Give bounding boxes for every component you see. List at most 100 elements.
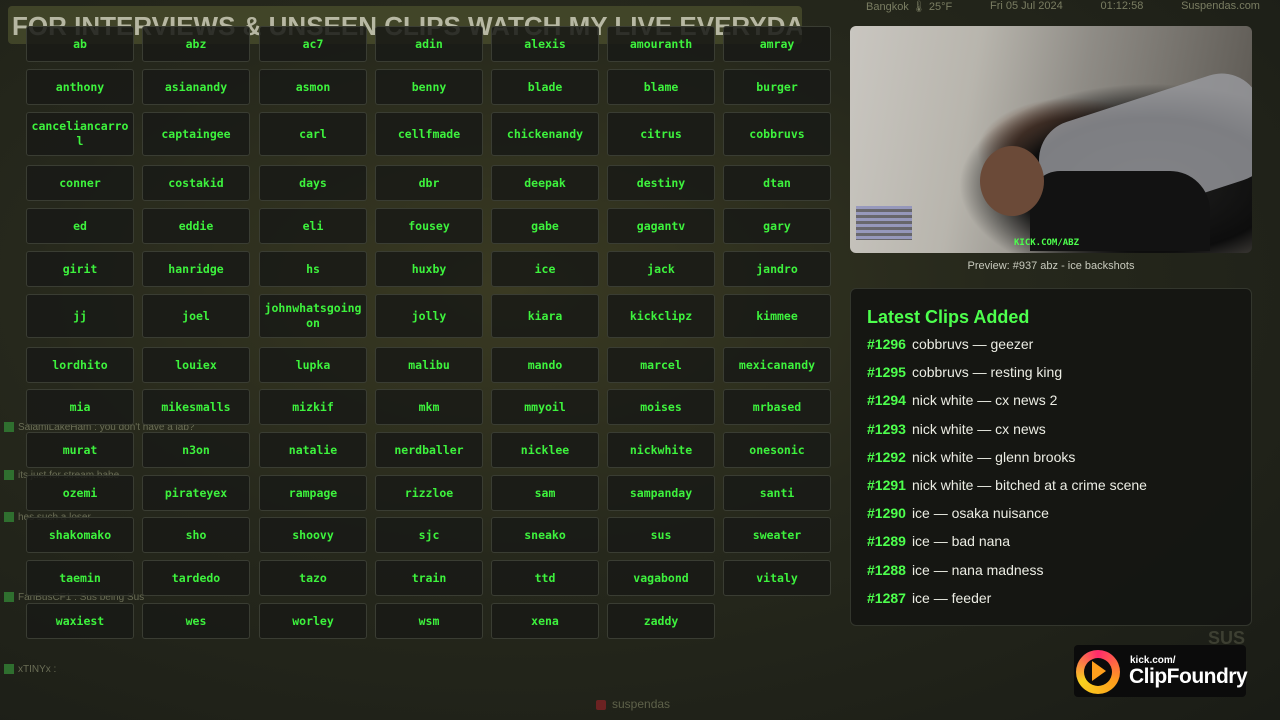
streamer-button-vagabond[interactable]: vagabond	[607, 560, 715, 596]
latest-clip-item[interactable]: #1294 nick white — cx news 2	[867, 392, 1235, 420]
streamer-button-train[interactable]: train	[375, 560, 483, 596]
streamer-button-ice[interactable]: ice	[491, 251, 599, 287]
streamer-button-rampage[interactable]: rampage	[259, 475, 367, 511]
streamer-button-carl[interactable]: carl	[259, 112, 367, 156]
streamer-button-cobbruvs[interactable]: cobbruvs	[723, 112, 831, 156]
streamer-button-blade[interactable]: blade	[491, 69, 599, 105]
streamer-button-nicklee[interactable]: nicklee	[491, 432, 599, 468]
streamer-button-huxby[interactable]: huxby	[375, 251, 483, 287]
streamer-button-wes[interactable]: wes	[142, 603, 250, 639]
streamer-button-taemin[interactable]: taemin	[26, 560, 134, 596]
streamer-button-mrbased[interactable]: mrbased	[723, 389, 831, 425]
streamer-button-johnwhatsgoingon[interactable]: johnwhatsgoingon	[259, 294, 367, 338]
streamer-button-ttd[interactable]: ttd	[491, 560, 599, 596]
latest-clip-item[interactable]: #1293 nick white — cx news	[867, 421, 1235, 449]
latest-clip-item[interactable]: #1296 cobbruvs — geezer	[867, 336, 1235, 364]
streamer-button-louiex[interactable]: louiex	[142, 347, 250, 383]
streamer-button-shoovy[interactable]: shoovy	[259, 517, 367, 553]
streamer-button-mizkif[interactable]: mizkif	[259, 389, 367, 425]
streamer-button-mmyoil[interactable]: mmyoil	[491, 389, 599, 425]
streamer-button-nerdballer[interactable]: nerdballer	[375, 432, 483, 468]
streamer-button-citrus[interactable]: citrus	[607, 112, 715, 156]
streamer-button-eddie[interactable]: eddie	[142, 208, 250, 244]
clip-preview-video[interactable]: KICK.COM/ABZ	[850, 26, 1252, 253]
latest-clip-item[interactable]: #1291 nick white — bitched at a crime sce…	[867, 477, 1235, 505]
streamer-button-tardedo[interactable]: tardedo	[142, 560, 250, 596]
streamer-button-ab[interactable]: ab	[26, 26, 134, 62]
streamer-button-ac7[interactable]: ac7	[259, 26, 367, 62]
streamer-button-onesonic[interactable]: onesonic	[723, 432, 831, 468]
streamer-button-ozemi[interactable]: ozemi	[26, 475, 134, 511]
streamer-button-santi[interactable]: santi	[723, 475, 831, 511]
streamer-button-lordhito[interactable]: lordhito	[26, 347, 134, 383]
streamer-button-chickenandy[interactable]: chickenandy	[491, 112, 599, 156]
streamer-button-asmon[interactable]: asmon	[259, 69, 367, 105]
streamer-button-xena[interactable]: xena	[491, 603, 599, 639]
streamer-button-jandro[interactable]: jandro	[723, 251, 831, 287]
streamer-button-cellfmade[interactable]: cellfmade	[375, 112, 483, 156]
latest-clip-item[interactable]: #1287 ice — feeder	[867, 590, 1235, 618]
streamer-button-girit[interactable]: girit	[26, 251, 134, 287]
streamer-button-sweater[interactable]: sweater	[723, 517, 831, 553]
latest-clip-item[interactable]: #1290 ice — osaka nuisance	[867, 505, 1235, 533]
streamer-button-kickclipz[interactable]: kickclipz	[607, 294, 715, 338]
streamer-button-days[interactable]: days	[259, 165, 367, 201]
streamer-button-sneako[interactable]: sneako	[491, 517, 599, 553]
streamer-button-canceliancarrol[interactable]: canceliancarrol	[26, 112, 134, 156]
streamer-button-abz[interactable]: abz	[142, 26, 250, 62]
streamer-button-mia[interactable]: mia	[26, 389, 134, 425]
streamer-button-rizzloe[interactable]: rizzloe	[375, 475, 483, 511]
streamer-button-dtan[interactable]: dtan	[723, 165, 831, 201]
streamer-button-ed[interactable]: ed	[26, 208, 134, 244]
streamer-button-mkm[interactable]: mkm	[375, 389, 483, 425]
streamer-button-wsm[interactable]: wsm	[375, 603, 483, 639]
streamer-button-mexicanandy[interactable]: mexicanandy	[723, 347, 831, 383]
streamer-button-pirateyex[interactable]: pirateyex	[142, 475, 250, 511]
streamer-button-eli[interactable]: eli	[259, 208, 367, 244]
streamer-button-tazo[interactable]: tazo	[259, 560, 367, 596]
streamer-button-asianandy[interactable]: asianandy	[142, 69, 250, 105]
streamer-button-burger[interactable]: burger	[723, 69, 831, 105]
streamer-button-waxiest[interactable]: waxiest	[26, 603, 134, 639]
streamer-button-kimmee[interactable]: kimmee	[723, 294, 831, 338]
streamer-button-alexis[interactable]: alexis	[491, 26, 599, 62]
streamer-button-natalie[interactable]: natalie	[259, 432, 367, 468]
streamer-button-vitaly[interactable]: vitaly	[723, 560, 831, 596]
latest-clip-item[interactable]: #1295 cobbruvs — resting king	[867, 364, 1235, 392]
streamer-button-dbr[interactable]: dbr	[375, 165, 483, 201]
streamer-button-costakid[interactable]: costakid	[142, 165, 250, 201]
streamer-button-amray[interactable]: amray	[723, 26, 831, 62]
streamer-button-jack[interactable]: jack	[607, 251, 715, 287]
streamer-button-worley[interactable]: worley	[259, 603, 367, 639]
streamer-button-captaingee[interactable]: captaingee	[142, 112, 250, 156]
streamer-button-moises[interactable]: moises	[607, 389, 715, 425]
streamer-button-sus[interactable]: sus	[607, 517, 715, 553]
streamer-button-sho[interactable]: sho	[142, 517, 250, 553]
streamer-button-shakomako[interactable]: shakomako	[26, 517, 134, 553]
latest-clip-item[interactable]: #1289 ice — bad nana	[867, 533, 1235, 561]
streamer-button-joel[interactable]: joel	[142, 294, 250, 338]
streamer-button-n3on[interactable]: n3on	[142, 432, 250, 468]
streamer-button-gary[interactable]: gary	[723, 208, 831, 244]
streamer-button-amouranth[interactable]: amouranth	[607, 26, 715, 62]
streamer-button-zaddy[interactable]: zaddy	[607, 603, 715, 639]
streamer-button-adin[interactable]: adin	[375, 26, 483, 62]
streamer-button-malibu[interactable]: malibu	[375, 347, 483, 383]
streamer-button-destiny[interactable]: destiny	[607, 165, 715, 201]
streamer-button-gagantv[interactable]: gagantv	[607, 208, 715, 244]
streamer-button-deepak[interactable]: deepak	[491, 165, 599, 201]
streamer-button-murat[interactable]: murat	[26, 432, 134, 468]
streamer-button-gabe[interactable]: gabe	[491, 208, 599, 244]
streamer-button-nickwhite[interactable]: nickwhite	[607, 432, 715, 468]
latest-clip-item[interactable]: #1288 ice — nana madness	[867, 562, 1235, 590]
streamer-button-mando[interactable]: mando	[491, 347, 599, 383]
streamer-button-benny[interactable]: benny	[375, 69, 483, 105]
streamer-button-sampanday[interactable]: sampanday	[607, 475, 715, 511]
streamer-button-conner[interactable]: conner	[26, 165, 134, 201]
streamer-button-hs[interactable]: hs	[259, 251, 367, 287]
streamer-button-fousey[interactable]: fousey	[375, 208, 483, 244]
streamer-button-blame[interactable]: blame	[607, 69, 715, 105]
streamer-button-sam[interactable]: sam	[491, 475, 599, 511]
streamer-button-hanridge[interactable]: hanridge	[142, 251, 250, 287]
streamer-button-mikesmalls[interactable]: mikesmalls	[142, 389, 250, 425]
